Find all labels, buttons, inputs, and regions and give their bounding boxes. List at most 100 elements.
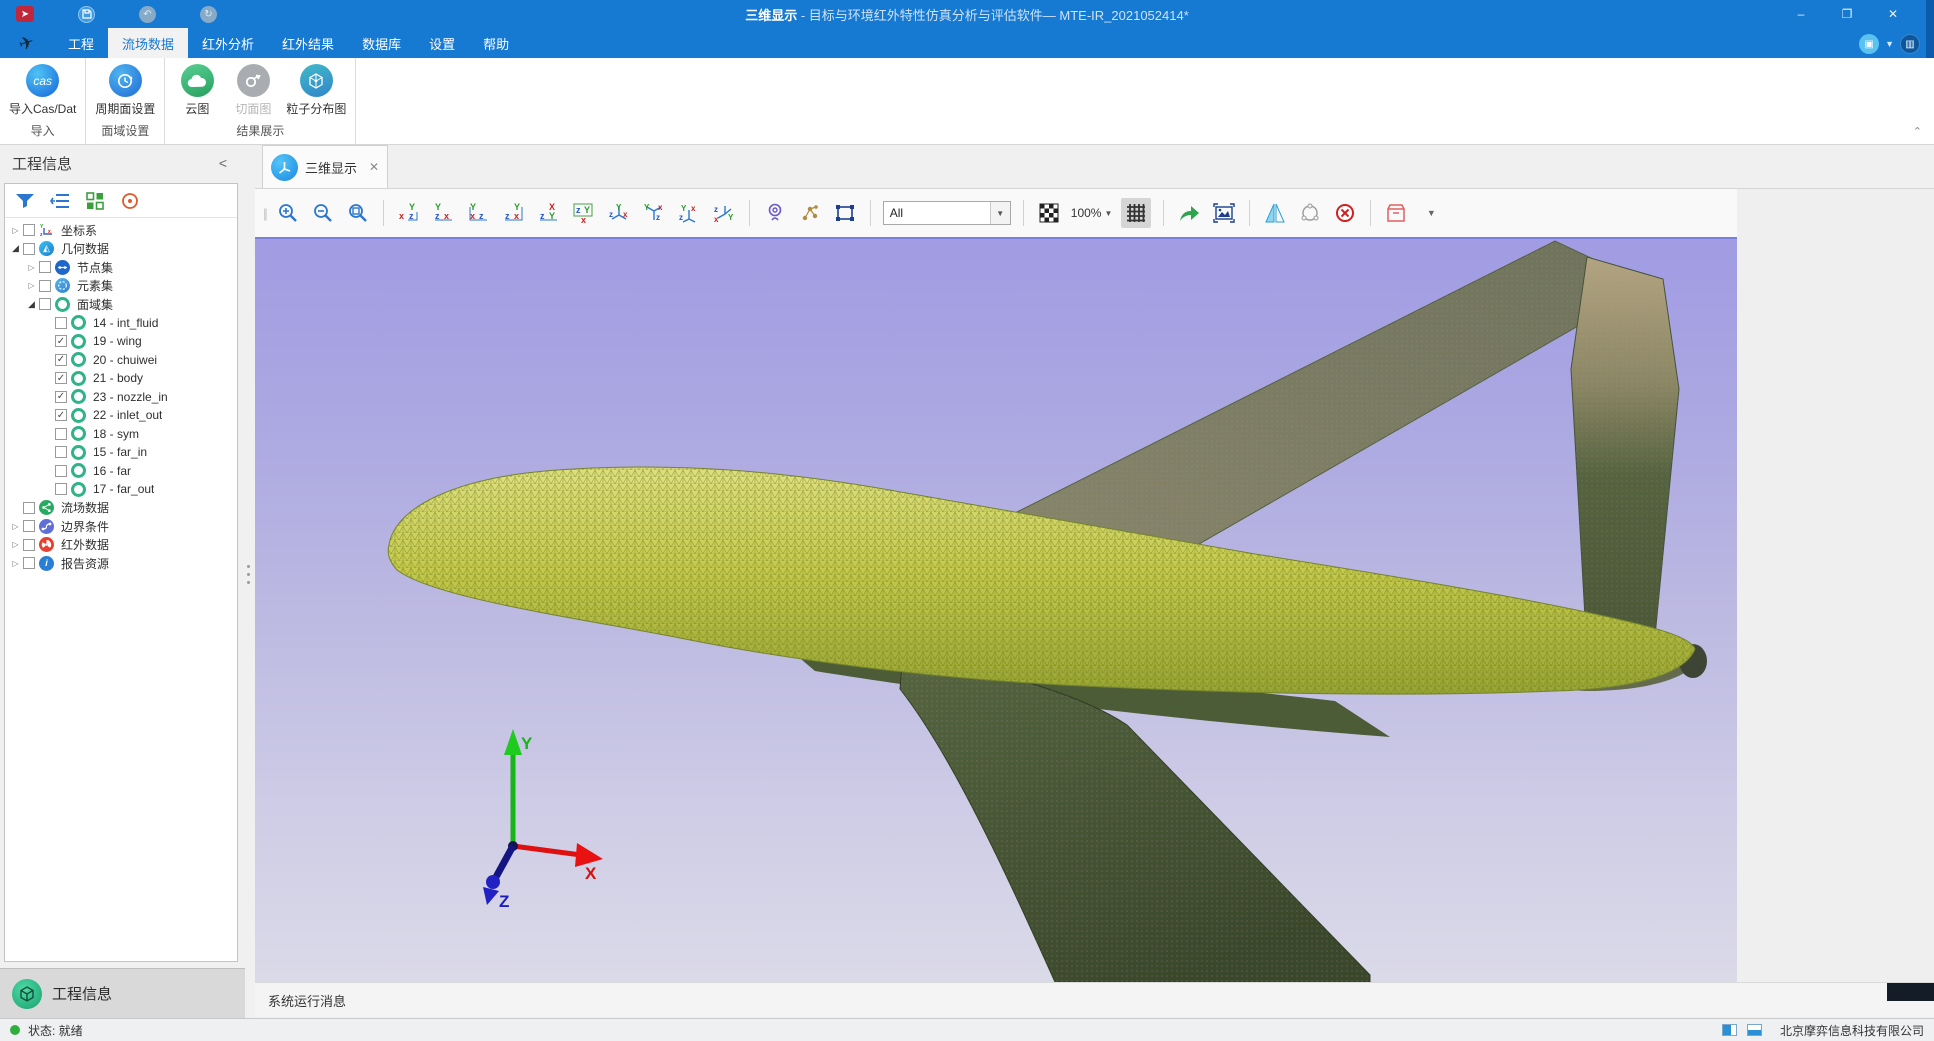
expander-closed-icon[interactable]: ▷ [25, 281, 38, 290]
tree-item-checkbox[interactable] [23, 502, 35, 514]
tree-item[interactable]: ▷红外数据 [5, 536, 237, 555]
menu-item-6[interactable]: 帮助 [469, 28, 523, 58]
view-iso-1-icon[interactable]: zxY [606, 200, 632, 226]
expander-closed-icon[interactable]: ▷ [9, 540, 22, 549]
tree-item[interactable]: ✓21 - body [5, 369, 237, 388]
view-iso-3-icon[interactable]: Yxz [676, 200, 702, 226]
archive-box-icon[interactable] [1383, 200, 1409, 226]
zoom-in-icon[interactable] [275, 200, 301, 226]
tree-item[interactable]: ▷元素集 [5, 277, 237, 296]
tree-item[interactable]: ✓19 - wing [5, 332, 237, 351]
tree-item-checkbox[interactable] [55, 428, 67, 440]
tree-item[interactable]: ✓23 - nozzle_in [5, 388, 237, 407]
zoom-out-icon[interactable] [310, 200, 336, 226]
view-top-icon[interactable]: XzY [536, 200, 562, 226]
chevron-down-icon[interactable]: ▼ [1418, 200, 1444, 226]
minimize-button[interactable]: – [1778, 0, 1824, 28]
tree-item[interactable]: 14 - int_fluid [5, 314, 237, 333]
expander-closed-icon[interactable]: ▷ [9, 226, 22, 235]
tree-item-checkbox[interactable] [39, 280, 51, 292]
view-front-icon[interactable]: xzY [396, 200, 422, 226]
expander-closed-icon[interactable]: ▷ [25, 263, 38, 272]
display-settings-icon[interactable]: ▣ [1859, 34, 1879, 54]
contour-map-button[interactable]: 云图 [171, 64, 223, 117]
combobox-dropdown-icon[interactable]: ▼ [990, 202, 1010, 224]
tree-item-checkbox[interactable] [39, 298, 51, 310]
zoom-percent-dropdown[interactable]: 100% ▼ [1071, 206, 1113, 220]
probe-icon[interactable] [762, 200, 788, 226]
menu-item-2[interactable]: 红外分析 [188, 28, 268, 58]
expander-open-icon[interactable]: ◢ [9, 243, 22, 254]
viewport-3d[interactable]: Y X Z [255, 237, 1737, 982]
view-right-icon[interactable]: Yzx [501, 200, 527, 226]
tree-item-checkbox[interactable]: ✓ [55, 354, 67, 366]
tree-item-checkbox[interactable] [55, 483, 67, 495]
menu-item-0[interactable]: 工程 [54, 28, 108, 58]
tree-item[interactable]: 17 - far_out [5, 480, 237, 499]
tree-item-checkbox[interactable]: ✓ [55, 372, 67, 384]
tree-item[interactable]: ▷i报告资源 [5, 554, 237, 573]
view-iso-4-icon[interactable]: zxY [711, 200, 737, 226]
app-button[interactable]: ➤ [16, 6, 34, 22]
target-icon[interactable] [119, 190, 141, 212]
grid-blocks-icon[interactable] [84, 190, 106, 212]
outline-list-icon[interactable] [49, 190, 71, 212]
tree-item-checkbox[interactable] [55, 465, 67, 477]
menu-item-3[interactable]: 红外结果 [268, 28, 348, 58]
tree-item[interactable]: ◢◭几何数据 [5, 240, 237, 259]
manual-icon[interactable]: ▥ [1900, 34, 1920, 54]
tree-item-checkbox[interactable] [39, 261, 51, 273]
tree-item-checkbox[interactable] [23, 520, 35, 532]
project-info-bottom-button[interactable]: 工程信息 [0, 968, 245, 1018]
rect-select-icon[interactable] [832, 200, 858, 226]
checkerboard-icon[interactable] [1036, 200, 1062, 226]
chevron-down-icon[interactable]: ▼ [1885, 39, 1894, 49]
tree-item[interactable]: ▷Yzx坐标系 [5, 221, 237, 240]
export-share-icon[interactable] [1176, 200, 1202, 226]
expander-open-icon[interactable]: ◢ [25, 299, 38, 310]
scatter-nodes-icon[interactable] [797, 200, 823, 226]
menu-item-4[interactable]: 数据库 [348, 28, 415, 58]
display-filter-combobox[interactable]: All ▼ [883, 201, 1011, 225]
delete-result-icon[interactable] [1332, 200, 1358, 226]
view-left-icon[interactable]: Yxz [466, 200, 492, 226]
save-icon[interactable] [78, 6, 95, 23]
layout-toggle-bottom-icon[interactable] [1747, 1024, 1762, 1036]
tree-item-checkbox[interactable] [23, 539, 35, 551]
tree-item-checkbox[interactable] [55, 317, 67, 329]
filter-icon[interactable] [14, 190, 36, 212]
tree-item-checkbox[interactable]: ✓ [55, 335, 67, 347]
ribbon-collapse-icon[interactable]: ⌃ [1913, 125, 1922, 138]
smooth-mesh-icon[interactable] [1297, 200, 1323, 226]
close-button[interactable]: ✕ [1870, 0, 1916, 28]
tree-item-checkbox[interactable] [55, 446, 67, 458]
particle-distribution-button[interactable]: 粒子分布图 [283, 64, 349, 117]
tree-item-checkbox[interactable] [23, 557, 35, 569]
tree-item[interactable]: 流场数据 [5, 499, 237, 518]
tree-item[interactable]: ✓22 - inlet_out [5, 406, 237, 425]
tree-item-checkbox[interactable] [23, 224, 35, 236]
panel-splitter-handle[interactable] [246, 565, 251, 601]
zoom-fit-icon[interactable] [345, 200, 371, 226]
tree-item[interactable]: ▷边界条件 [5, 517, 237, 536]
snapshot-image-icon[interactable] [1211, 200, 1237, 226]
view-iso-2-icon[interactable]: Yxz [641, 200, 667, 226]
restore-button[interactable]: ❐ [1824, 0, 1870, 28]
panel-collapse-icon[interactable]: < [219, 155, 227, 171]
tree-item-checkbox[interactable]: ✓ [55, 391, 67, 403]
view-bottom-icon[interactable]: zYx [571, 200, 597, 226]
mirror-icon[interactable] [1262, 200, 1288, 226]
tree-item[interactable]: ▷节点集 [5, 258, 237, 277]
toolbar-drag-handle[interactable]: || [263, 206, 266, 221]
tree-item-checkbox[interactable] [23, 243, 35, 255]
tree-item[interactable]: 15 - far_in [5, 443, 237, 462]
tree-item[interactable]: ◢面域集 [5, 295, 237, 314]
view-back-icon[interactable]: Yzx [431, 200, 457, 226]
tree-item-checkbox[interactable]: ✓ [55, 409, 67, 421]
tab-3d-display[interactable]: 三维显示 ✕ [262, 145, 388, 188]
expander-closed-icon[interactable]: ▷ [9, 522, 22, 531]
tree-item[interactable]: 16 - far [5, 462, 237, 481]
grid-toggle-icon[interactable] [1121, 198, 1151, 228]
tab-close-icon[interactable]: ✕ [369, 160, 379, 174]
tree-item[interactable]: ✓20 - chuiwei [5, 351, 237, 370]
